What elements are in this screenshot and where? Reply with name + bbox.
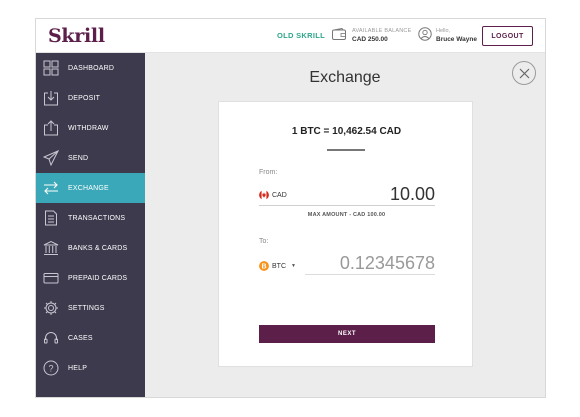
paper-plane-icon <box>43 150 59 166</box>
question-icon: ? <box>43 360 59 376</box>
document-icon <box>43 210 59 226</box>
sidebar-item-deposit[interactable]: DEPOSIT <box>36 83 145 113</box>
sidebar-item-banks-cards[interactable]: BANKS & CARDS <box>36 233 145 263</box>
to-amount-value: 0.12345678 <box>339 253 435 273</box>
page-title: Exchange <box>309 69 381 86</box>
old-skrill-link[interactable]: OLD SKRILL <box>277 31 325 40</box>
to-label: To: <box>259 238 269 245</box>
user-icon <box>418 27 432 41</box>
next-button[interactable]: NEXT <box>259 325 435 343</box>
max-amount-note: MAX AMOUNT - CAD 100.00 <box>307 212 386 218</box>
to-currency-select[interactable]: B BTC ▼ <box>259 257 296 275</box>
sidebar-item-settings[interactable]: SETTINGS <box>36 293 145 323</box>
sidebar-item-label: DASHBOARD <box>68 64 115 72</box>
from-currency-code: CAD <box>272 191 287 199</box>
svg-text:?: ? <box>48 364 53 374</box>
main-content: Exchange 1 BTC = 10,462.54 CAD From: 10.… <box>145 53 545 397</box>
balance-label: AVAILABLE BALANCE <box>352 28 412 34</box>
from-label: From: <box>259 169 278 176</box>
username: Bruce Wayne <box>436 36 477 43</box>
sidebar-item-label: CASES <box>68 334 93 342</box>
to-currency-code: BTC <box>272 262 286 270</box>
sidebar-item-label: PREPAID CARDS <box>68 274 128 282</box>
from-currency-select[interactable]: CAD <box>259 186 287 204</box>
sidebar: DASHBOARD DEPOSIT WITHDRAW SEND EXCHANGE… <box>36 53 145 397</box>
card-icon <box>43 270 59 286</box>
bank-icon <box>43 240 59 256</box>
headset-icon <box>43 330 59 346</box>
sidebar-item-exchange[interactable]: EXCHANGE <box>36 173 145 203</box>
sidebar-item-label: SEND <box>68 154 89 162</box>
sidebar-item-label: WITHDRAW <box>68 124 109 132</box>
from-amount-value: 10.00 <box>389 184 435 204</box>
deposit-icon <box>43 90 59 106</box>
greeting-label: Hello, <box>436 28 451 34</box>
gear-icon <box>43 300 59 316</box>
wallet-icon <box>332 28 346 40</box>
sidebar-item-label: EXCHANGE <box>68 184 109 192</box>
app-window: Skrill OLD SKRILL AVAILABLE BALANCE CAD … <box>35 18 546 398</box>
logout-button[interactable]: LOGOUT <box>482 26 533 46</box>
svg-text:B: B <box>261 264 266 271</box>
close-button[interactable] <box>512 61 536 85</box>
sidebar-item-label: DEPOSIT <box>68 94 101 102</box>
top-bar: Skrill OLD SKRILL AVAILABLE BALANCE CAD … <box>36 19 545 53</box>
exchange-arrows-icon <box>43 180 59 196</box>
sidebar-item-prepaid-cards[interactable]: PREPAID CARDS <box>36 263 145 293</box>
skrill-logo[interactable]: Skrill <box>48 25 105 47</box>
sidebar-item-send[interactable]: SEND <box>36 143 145 173</box>
sidebar-item-transactions[interactable]: TRANSACTIONS <box>36 203 145 233</box>
exchange-rate: 1 BTC = 10,462.54 CAD <box>291 126 402 137</box>
sidebar-item-withdraw[interactable]: WITHDRAW <box>36 113 145 143</box>
sidebar-item-label: BANKS & CARDS <box>68 244 128 252</box>
sidebar-item-cases[interactable]: CASES <box>36 323 145 353</box>
sidebar-item-label: SETTINGS <box>68 304 105 312</box>
sidebar-item-label: TRANSACTIONS <box>68 214 126 222</box>
bitcoin-icon: B <box>259 261 269 271</box>
to-amount-underline <box>305 274 435 275</box>
rate-divider <box>327 149 365 151</box>
withdraw-icon <box>43 120 59 136</box>
chevron-down-icon: ▼ <box>291 263 296 269</box>
grid-icon <box>43 60 59 76</box>
sidebar-item-dashboard[interactable]: DASHBOARD <box>36 53 145 83</box>
balance-value: CAD 250.00 <box>352 36 388 43</box>
sidebar-item-help[interactable]: ? HELP <box>36 353 145 383</box>
close-icon <box>519 68 530 79</box>
canada-flag-icon <box>259 190 269 200</box>
exchange-card: 1 BTC = 10,462.54 CAD From: 10.00 CAD MA… <box>218 101 473 367</box>
sidebar-item-label: HELP <box>68 364 88 372</box>
